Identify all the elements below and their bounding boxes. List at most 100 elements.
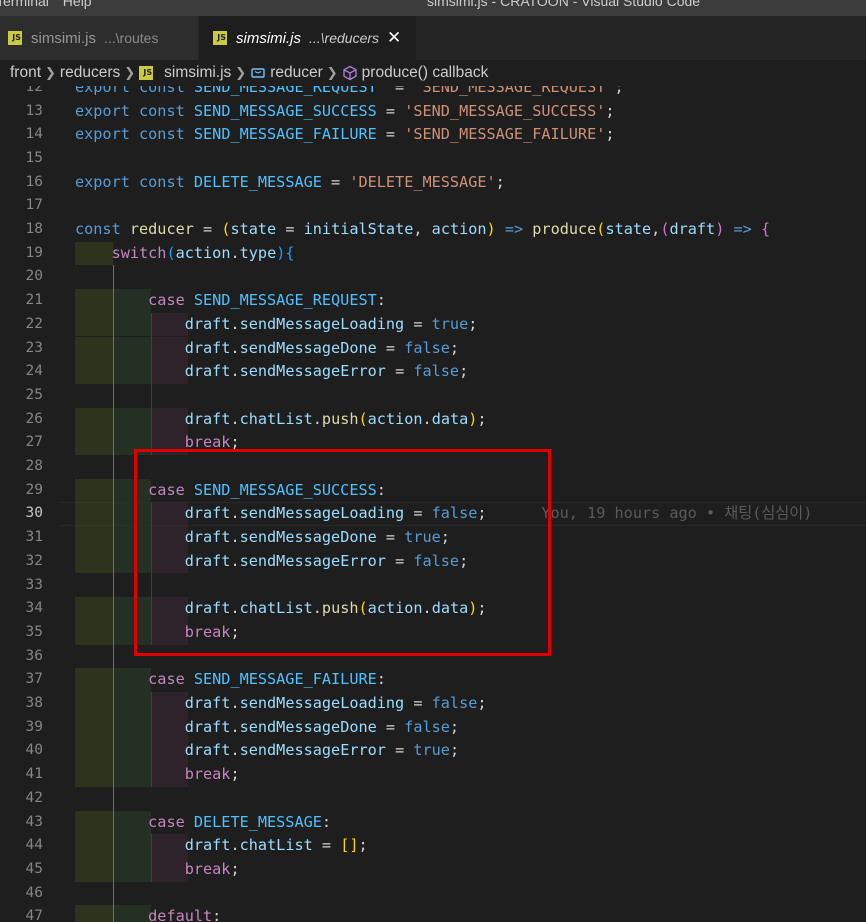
breadcrumb-file[interactable]: JS simsimi.js xyxy=(139,64,231,82)
code-token: = xyxy=(312,836,341,855)
code-token: ; xyxy=(459,362,469,381)
code-token: = xyxy=(376,717,405,736)
code-line[interactable]: draft.sendMessageLoading = true; xyxy=(75,313,478,337)
code-line[interactable]: break; xyxy=(75,858,240,882)
breadcrumb: front ❯ reducers ❯ JS simsimi.js ❯ reduc… xyxy=(0,60,866,86)
line-number[interactable]: 15 xyxy=(0,147,43,171)
close-icon[interactable]: ✕ xyxy=(387,28,401,48)
chevron-right-icon: ❯ xyxy=(124,65,136,81)
code-line[interactable]: export const SEND_MESSAGE_SUCCESS = 'SEN… xyxy=(75,100,615,124)
line-number[interactable]: 39 xyxy=(0,716,43,740)
line-number-gutter[interactable]: 12 13 14 15 16 17 18 19 20 21 22 23 24 25 26 27 28 29 30 31… xyxy=(0,86,60,922)
line-number[interactable]: 28 xyxy=(0,455,43,479)
code-line[interactable]: switch(action.type){ xyxy=(75,242,295,266)
line-number[interactable]: 44 xyxy=(0,834,43,858)
code-token: { xyxy=(760,220,771,238)
code-token: push xyxy=(321,409,359,428)
code-line[interactable]: case SEND_MESSAGE_FAILURE: xyxy=(75,668,386,692)
line-number[interactable]: 47 xyxy=(0,905,43,922)
line-number[interactable]: 19 xyxy=(0,242,43,266)
line-number[interactable]: 36 xyxy=(0,645,43,669)
code-token: sendMessageError xyxy=(239,362,386,381)
code-token: SEND_MESSAGE_FAILURE xyxy=(193,670,377,689)
code-line[interactable]: draft.chatList.push(action.data); xyxy=(75,408,487,432)
code-line[interactable]: case DELETE_MESSAGE: xyxy=(75,811,331,835)
code-line[interactable]: break; xyxy=(75,763,240,787)
tab-simsimi-routes[interactable]: JS simsimi.js ...\routes xyxy=(0,16,198,60)
code-line[interactable]: draft.sendMessageDone = false; xyxy=(75,716,459,740)
code-line[interactable]: const reducer = (state = initialState, a… xyxy=(75,218,770,242)
line-number[interactable]: 32 xyxy=(0,550,43,574)
code-line[interactable]: default: xyxy=(75,905,221,922)
chevron-right-icon: ❯ xyxy=(326,65,338,81)
line-number[interactable]: 14 xyxy=(0,123,43,147)
line-number[interactable]: 27 xyxy=(0,431,43,455)
line-number[interactable]: 13 xyxy=(0,100,43,124)
code-token: export xyxy=(75,101,140,120)
line-number[interactable]: 40 xyxy=(0,739,43,763)
code-token: . xyxy=(422,409,432,428)
line-number[interactable]: 18 xyxy=(0,218,43,242)
code-token: sendMessageDone xyxy=(239,338,377,357)
code-token: draft xyxy=(184,836,231,855)
line-number[interactable]: 16 xyxy=(0,171,43,195)
line-number[interactable]: 25 xyxy=(0,384,43,408)
code-token: ) xyxy=(715,220,725,238)
line-number[interactable]: 20 xyxy=(0,265,43,289)
line-number[interactable]: 45 xyxy=(0,858,43,882)
code-token: ; xyxy=(230,765,240,784)
menu-help[interactable]: Help xyxy=(63,0,92,9)
line-number[interactable]: 21 xyxy=(0,289,43,313)
line-number[interactable]: 12 xyxy=(0,86,43,100)
code-token: ; xyxy=(230,859,240,878)
code-token: . xyxy=(230,409,240,428)
code-token: case xyxy=(148,670,194,689)
line-number[interactable]: 42 xyxy=(0,787,43,811)
code-token: const xyxy=(75,220,130,238)
code-token: draft xyxy=(184,409,231,428)
code-line[interactable]: draft.sendMessageError = true; xyxy=(75,739,459,763)
line-number[interactable]: 17 xyxy=(0,194,43,218)
code-line[interactable]: draft.chatList = []; xyxy=(75,834,368,858)
line-number[interactable]: 33 xyxy=(0,574,43,598)
line-number[interactable]: 46 xyxy=(0,882,43,906)
code-token: switch xyxy=(111,243,167,262)
breadcrumb-produce-callback[interactable]: produce() callback xyxy=(342,64,488,82)
breadcrumb-front[interactable]: front xyxy=(10,64,41,82)
code-token: SEND_MESSAGE_REQUEST xyxy=(193,291,377,310)
line-number[interactable]: 26 xyxy=(0,408,43,432)
code-token: . xyxy=(230,836,240,855)
code-line[interactable]: draft.sendMessageError = false; xyxy=(75,360,469,384)
breadcrumb-reducers[interactable]: reducers xyxy=(60,64,120,82)
breadcrumb-reducer-symbol[interactable]: reducer xyxy=(250,64,323,82)
code-line[interactable]: export const SEND_MESSAGE_FAILURE = 'SEN… xyxy=(75,123,615,147)
menu-terminal[interactable]: Terminal xyxy=(0,0,49,9)
code-token: = xyxy=(376,125,405,144)
line-number[interactable]: 35 xyxy=(0,621,43,645)
tab-simsimi-reducers[interactable]: JS simsimi.js ...\reducers ✕ xyxy=(199,16,416,60)
line-number[interactable]: 30 xyxy=(0,502,43,526)
code-token: . xyxy=(230,314,240,333)
line-number[interactable]: 34 xyxy=(0,597,43,621)
code-line[interactable]: draft.sendMessageDone = false; xyxy=(75,337,459,361)
code-token: reducer xyxy=(129,220,194,238)
line-number[interactable]: 29 xyxy=(0,479,43,503)
code-token: export xyxy=(75,125,140,144)
line-number[interactable]: 37 xyxy=(0,668,43,692)
line-number[interactable]: 43 xyxy=(0,811,43,835)
chevron-right-icon: ❯ xyxy=(45,65,56,81)
line-number[interactable]: 24 xyxy=(0,360,43,384)
tab-filename: simsimi.js xyxy=(236,29,301,47)
line-number[interactable]: 41 xyxy=(0,763,43,787)
line-number[interactable]: 31 xyxy=(0,526,43,550)
code-line[interactable]: export const SEND_MESSAGE_REQUEST = 'SEN… xyxy=(75,86,624,100)
line-number[interactable]: 38 xyxy=(0,692,43,716)
code-token: : xyxy=(212,907,222,922)
code-line[interactable]: case SEND_MESSAGE_REQUEST: xyxy=(75,289,386,313)
line-number[interactable]: 23 xyxy=(0,337,43,361)
code-line[interactable]: export const DELETE_MESSAGE = 'DELETE_ME… xyxy=(75,171,505,195)
line-number[interactable]: 22 xyxy=(0,313,43,337)
tab-description: ...\reducers xyxy=(309,30,380,46)
code-line[interactable]: draft.sendMessageLoading = false; xyxy=(75,692,487,716)
code-token: SEND_MESSAGE_REQUEST xyxy=(193,86,377,96)
